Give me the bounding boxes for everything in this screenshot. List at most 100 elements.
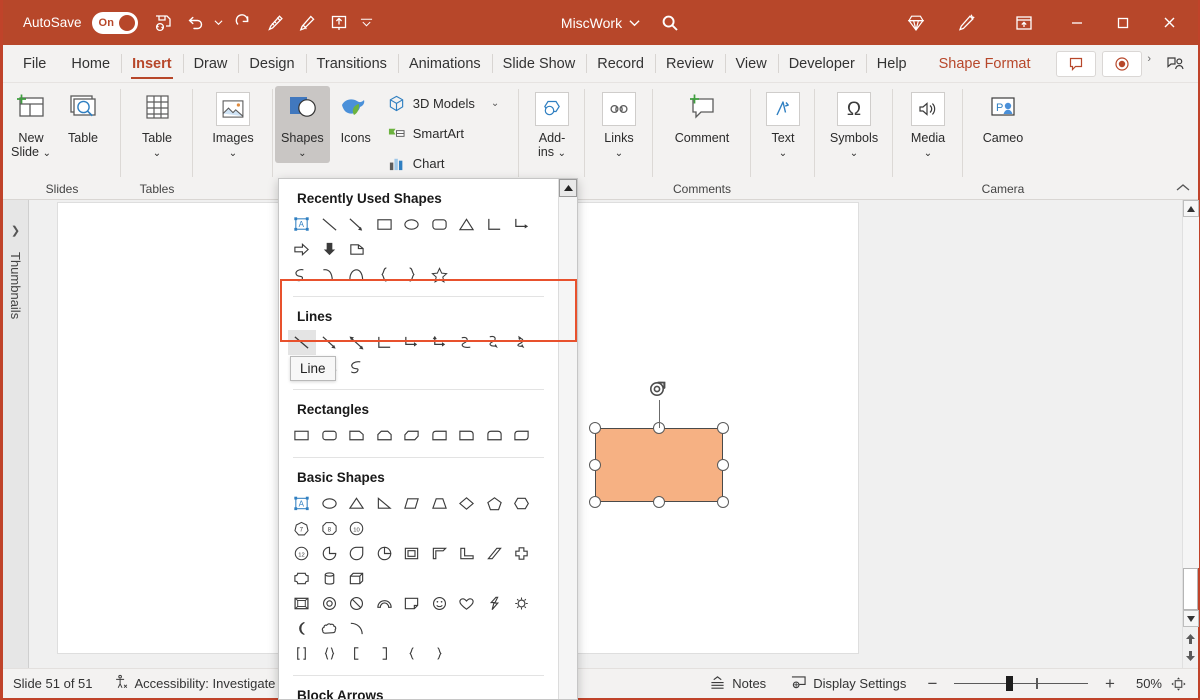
shape-chord[interactable] [371, 541, 399, 566]
shape-isosceles-triangle[interactable] [343, 491, 371, 516]
shape-right-brace[interactable] [398, 262, 426, 287]
shape-dodecagon[interactable]: 12 [288, 541, 316, 566]
selected-rectangle[interactable] [595, 428, 723, 502]
shapes-menu-scroll-track[interactable] [559, 197, 577, 699]
shape-snip-and-round-single-corner-rectangle[interactable] [426, 423, 454, 448]
tab-developer[interactable]: Developer [778, 45, 866, 82]
shape-snip-same-side-corner-rectangle[interactable] [371, 423, 399, 448]
shape-rounded-rectangle[interactable] [316, 423, 344, 448]
resize-handle-se[interactable] [717, 496, 729, 508]
shape-rectangle[interactable] [371, 212, 399, 237]
resize-handle-ne[interactable] [717, 422, 729, 434]
shape-plaque[interactable] [288, 566, 316, 591]
tab-view[interactable]: View [725, 45, 778, 82]
shape-half-frame[interactable] [426, 541, 454, 566]
ribbon-display-icon[interactable] [994, 0, 1054, 45]
reuse-slides-button[interactable]: Table [57, 86, 109, 147]
shape-cube[interactable] [343, 566, 371, 591]
zoom-slider-thumb[interactable] [1006, 676, 1013, 691]
media-button[interactable]: Media⌄ [902, 86, 954, 163]
shape-lightning-bolt[interactable] [481, 591, 509, 616]
shape-arc[interactable] [343, 262, 371, 287]
document-name-button[interactable]: MiscWork [561, 15, 640, 31]
shape-right-arrow[interactable] [288, 237, 316, 262]
rotate-handle-icon[interactable] [646, 376, 672, 402]
links-button[interactable]: Links⌄ [593, 86, 645, 163]
shape-trapezoid[interactable] [426, 491, 454, 516]
shape-elbow-connector[interactable] [481, 212, 509, 237]
chevron-down-icon[interactable]: ⌄ [558, 148, 566, 159]
resize-handle-nw[interactable] [589, 422, 601, 434]
shape-elbow-double-arrow-connector[interactable] [426, 330, 454, 355]
shape-snip-single-corner-rectangle[interactable] [343, 423, 371, 448]
chevron-down-icon[interactable]: ⌄ [153, 148, 161, 159]
scroll-down-button[interactable] [1183, 610, 1199, 627]
shape-round-same-side-corner-rectangle[interactable] [481, 423, 509, 448]
shape-oval[interactable] [398, 212, 426, 237]
shape-elbow-arrow-connector[interactable] [508, 212, 536, 237]
shape-diagonal-stripe[interactable] [481, 541, 509, 566]
shape-diamond[interactable] [453, 491, 481, 516]
shape-sun[interactable] [508, 591, 536, 616]
shape-heart[interactable] [453, 591, 481, 616]
shape-octagon[interactable]: 8 [316, 516, 344, 541]
shape-curve-open[interactable] [316, 262, 344, 287]
maximize-button[interactable] [1100, 0, 1146, 45]
shape-curved-connector[interactable] [453, 330, 481, 355]
next-slide-button[interactable] [1183, 647, 1199, 664]
shape-frame[interactable] [398, 541, 426, 566]
shape-text-box[interactable]: A [288, 212, 316, 237]
tab-draw[interactable]: Draw [183, 45, 239, 82]
resize-handle-e[interactable] [717, 459, 729, 471]
tab-transitions[interactable]: Transitions [306, 45, 398, 82]
editing-pen-icon[interactable] [938, 0, 994, 45]
shape-left-bracket[interactable] [288, 641, 316, 666]
resize-handle-w[interactable] [589, 459, 601, 471]
shape-five-point-star[interactable] [426, 262, 454, 287]
shape-arc[interactable] [343, 616, 371, 641]
shapes-menu-scroll-up-button[interactable] [559, 179, 577, 197]
save-icon[interactable] [148, 8, 178, 38]
tab-animations[interactable]: Animations [398, 45, 492, 82]
shape-left-bracket-2[interactable] [343, 641, 371, 666]
chevron-down-icon[interactable]: ⌄ [850, 148, 858, 159]
shape-right-triangle[interactable] [371, 491, 399, 516]
shape-round-single-corner-rectangle[interactable] [453, 423, 481, 448]
resize-handle-s[interactable] [653, 496, 665, 508]
chevron-down-icon[interactable]: ⌄ [924, 148, 932, 159]
shape-flowchart-document[interactable] [343, 237, 371, 262]
shape-line-arrow[interactable] [316, 330, 344, 355]
zoom-out-button[interactable]: − [920, 672, 944, 696]
shape-double-brace[interactable] [316, 641, 344, 666]
shape-folded-corner[interactable] [398, 591, 426, 616]
close-button[interactable] [1146, 0, 1192, 45]
shape-pie[interactable] [316, 541, 344, 566]
tab-help[interactable]: Help [866, 45, 918, 82]
tab-shape-format[interactable]: Shape Format [928, 45, 1042, 82]
shape-scribble[interactable] [343, 355, 371, 380]
shape-line-double-arrow[interactable] [343, 330, 371, 355]
shape-left-brace[interactable] [398, 641, 426, 666]
collapse-ribbon-icon[interactable] [1176, 181, 1190, 195]
chevron-down-icon[interactable]: ⌄ [779, 148, 787, 159]
slide-canvas-area[interactable]: Main Idea [29, 200, 1198, 668]
shape-line[interactable] [288, 330, 316, 355]
shape-block-arc[interactable] [371, 591, 399, 616]
share-people-icon[interactable] [1158, 49, 1192, 79]
chevron-down-icon[interactable]: ⌄ [615, 148, 623, 159]
chevron-down-icon[interactable]: ⌄ [229, 148, 237, 159]
shape-right-brace[interactable] [426, 641, 454, 666]
resize-handle-sw[interactable] [589, 496, 601, 508]
diamond-icon[interactable] [894, 0, 938, 45]
tab-home[interactable]: Home [60, 45, 121, 82]
record-overflow-caret[interactable]: › [1147, 53, 1151, 65]
add-ins-button[interactable]: Add-ins ⌄ [526, 86, 578, 163]
chevron-down-icon[interactable]: ⌄ [298, 148, 306, 159]
chart-button[interactable]: Chart [382, 148, 505, 178]
shape-line[interactable] [316, 212, 344, 237]
comment-icon[interactable] [1056, 51, 1096, 77]
shape-line-arrow[interactable] [343, 212, 371, 237]
undo-icon[interactable] [180, 8, 210, 38]
images-button[interactable]: Images⌄ [206, 86, 259, 163]
shape-oval[interactable] [316, 491, 344, 516]
